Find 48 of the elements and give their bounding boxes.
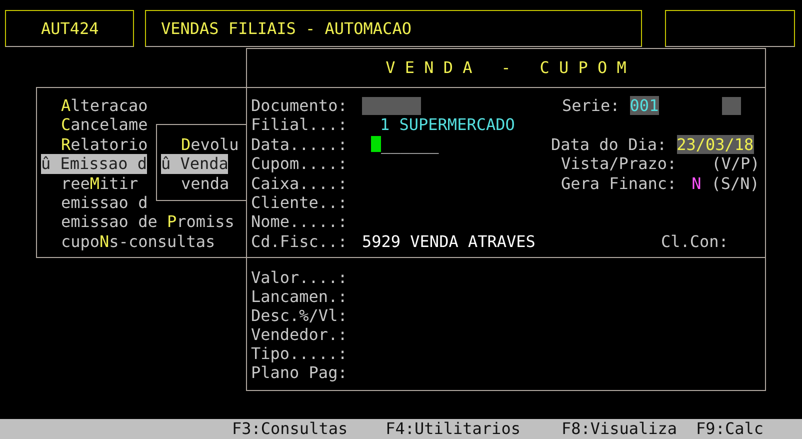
function-key[interactable]: F4:Utilitarios [386, 417, 520, 439]
menu-item[interactable]: Relatorio [61, 134, 148, 154]
field-label: Cl.Con: [661, 232, 728, 252]
menu-item[interactable]: emissao d [61, 192, 148, 212]
field-value[interactable]: N [692, 174, 702, 193]
field-label: Lancamen.: [251, 286, 348, 308]
menu-item[interactable]: Alteracao [61, 96, 148, 116]
input-field[interactable] [362, 96, 421, 115]
menu-item[interactable]: cupoNs-consultas [61, 232, 216, 252]
field-label: Cupom....: [251, 154, 348, 174]
field-label: Gera Financ: [561, 174, 677, 193]
field-value[interactable]: 001 [630, 96, 659, 116]
date-input-mask[interactable]: ______ [381, 134, 439, 154]
program-code: AUT424 [41, 18, 99, 40]
field-label: Serie: [562, 96, 620, 116]
field-label: Data do Dia: [551, 134, 667, 154]
menu-item[interactable]: Devolu [181, 135, 239, 154]
text-cursor [371, 136, 381, 152]
field-value: 23/03/18 [676, 134, 754, 154]
menu-item[interactable]: Cancelame [61, 115, 148, 135]
field-label: Tipo.....: [251, 342, 348, 364]
menu-item[interactable]: reeMitir [61, 174, 138, 193]
function-key[interactable]: F9:Calc [696, 417, 764, 439]
menu-item[interactable]: û Emissao d [41, 154, 147, 174]
menu-item[interactable]: û Venda [161, 154, 228, 174]
function-key[interactable]: F8:Visualiza [561, 417, 678, 439]
field-label: Plano Pag: [251, 362, 348, 384]
function-key[interactable]: F3:Consultas [232, 417, 348, 439]
field-label: Desc.%/Vl: [251, 304, 348, 326]
field-label: Cliente..: [251, 192, 348, 212]
field-label: Caixa....: [251, 174, 348, 193]
field-label: Valor....: [251, 266, 348, 288]
field-label: Cd.Fisc..: [251, 232, 348, 251]
field-label: Vista/Prazo: [561, 154, 677, 174]
field-label: Documento: [251, 96, 348, 115]
menu-item[interactable]: emissao de P romiss [61, 212, 234, 232]
screen-title: VENDAS FILIAIS - AUTOMACAO [161, 18, 412, 40]
field-label: Nome.....: [251, 212, 348, 232]
field-value: 5929 VENDA ATRAVES [362, 232, 536, 252]
field-hint: (S/N) [711, 174, 760, 193]
menu-item[interactable]: venda [181, 174, 230, 194]
field-label: Filial...: [251, 115, 348, 134]
field-label: Data.....: [251, 134, 348, 154]
field-hint: (V/P) [712, 154, 760, 174]
field-value: 1 SUPERMERCADO [380, 115, 515, 135]
field-label: Vendedor.: [251, 324, 348, 346]
window-title: V E N D A - C U P O M [386, 57, 626, 79]
input-field[interactable] [722, 96, 741, 115]
